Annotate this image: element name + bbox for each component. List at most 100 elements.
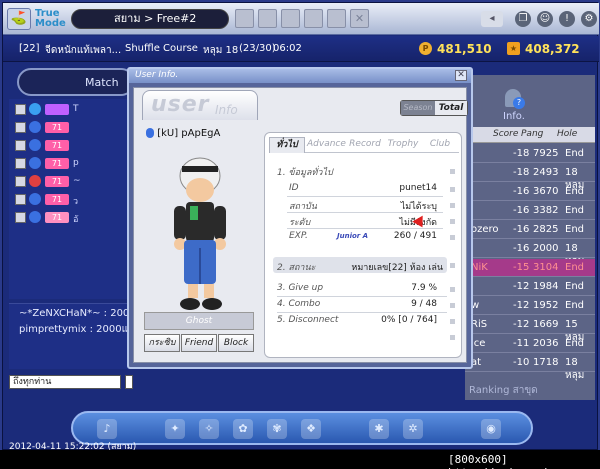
room-location: สยาม > Free#2 (71, 9, 229, 29)
whisper-button[interactable]: กระซิบ (144, 334, 180, 352)
slot-4[interactable] (304, 9, 323, 28)
score-row[interactable]: -16 3670 End (465, 183, 595, 201)
windows-icon[interactable]: ❐ (515, 11, 531, 27)
player-checkbox[interactable] (15, 122, 26, 133)
help-icon[interactable]: ! (559, 11, 575, 27)
tab-general[interactable]: ทั่วไป (269, 137, 305, 153)
player-row[interactable]: 71 p (13, 157, 137, 171)
slot-2[interactable] (258, 9, 277, 28)
chat-scope-select[interactable]: ถึงทุกท่าน (9, 375, 121, 389)
mascot-icon[interactable]: ❖ (301, 419, 321, 439)
score-row[interactable]: ozero -16 2825 End (465, 221, 595, 239)
spectate-icon[interactable]: ◉ (481, 419, 501, 439)
score-cell-pang: 2825 (533, 224, 559, 235)
score-cell-hole: End (565, 300, 585, 311)
shop-icon[interactable]: ✧ (199, 419, 219, 439)
score-row[interactable]: -18 7925 End (465, 145, 595, 163)
hole-progress: (23/30) (239, 43, 276, 54)
player-name: p (73, 158, 79, 168)
user-info-tab: user Info (142, 90, 258, 120)
caddie-icon[interactable]: ✾ (267, 419, 287, 439)
friends-icon[interactable]: ☺ (537, 11, 553, 27)
player-name-text: [kU] pApEgA (157, 128, 221, 139)
score-cell-score: -11 (513, 338, 530, 349)
score-cell-hole: 18 หลุม (565, 357, 585, 381)
season-button[interactable]: Season (401, 101, 435, 115)
player-checkbox[interactable] (15, 158, 26, 169)
player-row[interactable]: 71 (13, 139, 137, 153)
score-row[interactable]: -12 1984 End (465, 278, 595, 296)
dialog-titlebar[interactable]: User Info. ✕ (129, 69, 471, 83)
score-row[interactable]: RiS -12 1669 15 หลุม (465, 316, 595, 343)
total-button[interactable]: Total (435, 101, 467, 115)
character-icon[interactable]: ✿ (233, 419, 253, 439)
player-checkbox[interactable] (15, 176, 26, 187)
user-info-dialog: User Info. ✕ user Info Season Total [kU]… (127, 67, 473, 369)
room-name: จีดหนักแท้เพลา... (45, 45, 122, 56)
score-cell-pang: 1669 (533, 319, 559, 330)
game-window: ⛳ True Mode สยาม > Free#2 ✕ ◂ ❐ ☺ ! ⚙ [2… (2, 2, 599, 452)
score-cell-pang: 3670 (533, 186, 559, 197)
player-rank-badge: 71 (45, 140, 69, 151)
score-row[interactable]: at -10 1718 18 หลุม (465, 354, 595, 381)
slot-5[interactable] (327, 9, 346, 28)
player-row[interactable]: 71 ว (13, 193, 137, 207)
player-checkbox[interactable] (15, 104, 26, 115)
block-button[interactable]: Block (218, 334, 254, 352)
score-row[interactable]: -18 2493 18 หลุม (465, 164, 595, 191)
ghost-button[interactable]: Ghost (144, 312, 254, 330)
disconnect-label: 5. Disconnect (277, 315, 339, 325)
player-status-icon (29, 121, 41, 133)
score-row[interactable]: NiK -15 3104 End (465, 259, 595, 277)
player-checkbox[interactable] (15, 140, 26, 151)
slot-3[interactable] (281, 9, 300, 28)
player-checkbox[interactable] (15, 194, 26, 205)
close-icon[interactable]: ✕ (455, 70, 467, 81)
tab-trophy[interactable]: Trophy (385, 137, 421, 153)
room-info-bar: [22] จีดหนักแท้เพลา... Shuffle Course หล… (3, 36, 599, 62)
slot-close-icon[interactable]: ✕ (350, 9, 369, 28)
score-cell-name: RiS (471, 319, 488, 330)
player-row[interactable]: 71 ~ (13, 175, 137, 189)
score-cell-score: -15 (513, 262, 530, 273)
tab-club[interactable]: Club (423, 137, 457, 153)
player-checkbox[interactable] (15, 212, 26, 223)
col-hole: Hole (557, 129, 578, 139)
slot-1[interactable] (235, 9, 254, 28)
chat-input[interactable] (125, 375, 133, 389)
info-icon[interactable]: ? (501, 87, 525, 109)
score-row[interactable]: w -12 1952 End (465, 297, 595, 315)
score-row[interactable]: -16 3382 End (465, 202, 595, 220)
player-name: ~ (73, 176, 81, 186)
settings-icon[interactable]: ⚙ (581, 11, 597, 27)
score-cell-hole: End (565, 205, 585, 216)
score-panel: ? Info. Score Pang Hole -18 7925 End -18 249… (465, 75, 595, 400)
player-row[interactable]: 71 (13, 121, 137, 135)
volume-icon[interactable]: ◂ (481, 11, 503, 27)
options-icon[interactable]: ✱ (369, 419, 389, 439)
player-row[interactable]: 71 อั (13, 211, 137, 225)
col-score: Score (493, 129, 519, 139)
player-name: อั (73, 215, 79, 225)
guild-label: สถาบัน (289, 202, 317, 212)
score-row[interactable]: ice -11 2036 End (465, 335, 595, 353)
tab-advance[interactable]: Advance (307, 137, 346, 153)
room-number: [22] (19, 43, 40, 54)
tab-record[interactable]: Record (347, 137, 383, 153)
player-status-icon (29, 157, 41, 169)
id-label: ID (289, 183, 299, 193)
user-tab-title: user (151, 92, 210, 117)
spin-icon[interactable]: ✲ (403, 419, 423, 439)
item-icon[interactable]: ✦ (165, 419, 185, 439)
score-cell-name: NiK (471, 262, 488, 273)
match-bar: Match (17, 68, 135, 96)
score-cell-hole: End (565, 148, 585, 159)
score-cell-pang: 1718 (533, 357, 559, 368)
club-icon[interactable]: ♪ (97, 419, 117, 439)
player-row[interactable]: T (13, 103, 137, 117)
friend-button[interactable]: Friend (181, 334, 217, 352)
score-row[interactable]: -16200018 หลุม (465, 240, 595, 267)
footer-bar: [800x600] http://upic.me/ (0, 450, 600, 469)
giveup-value: 7.9 % (411, 283, 437, 293)
guild-value: ไม่ได้ระบุ (400, 202, 437, 212)
